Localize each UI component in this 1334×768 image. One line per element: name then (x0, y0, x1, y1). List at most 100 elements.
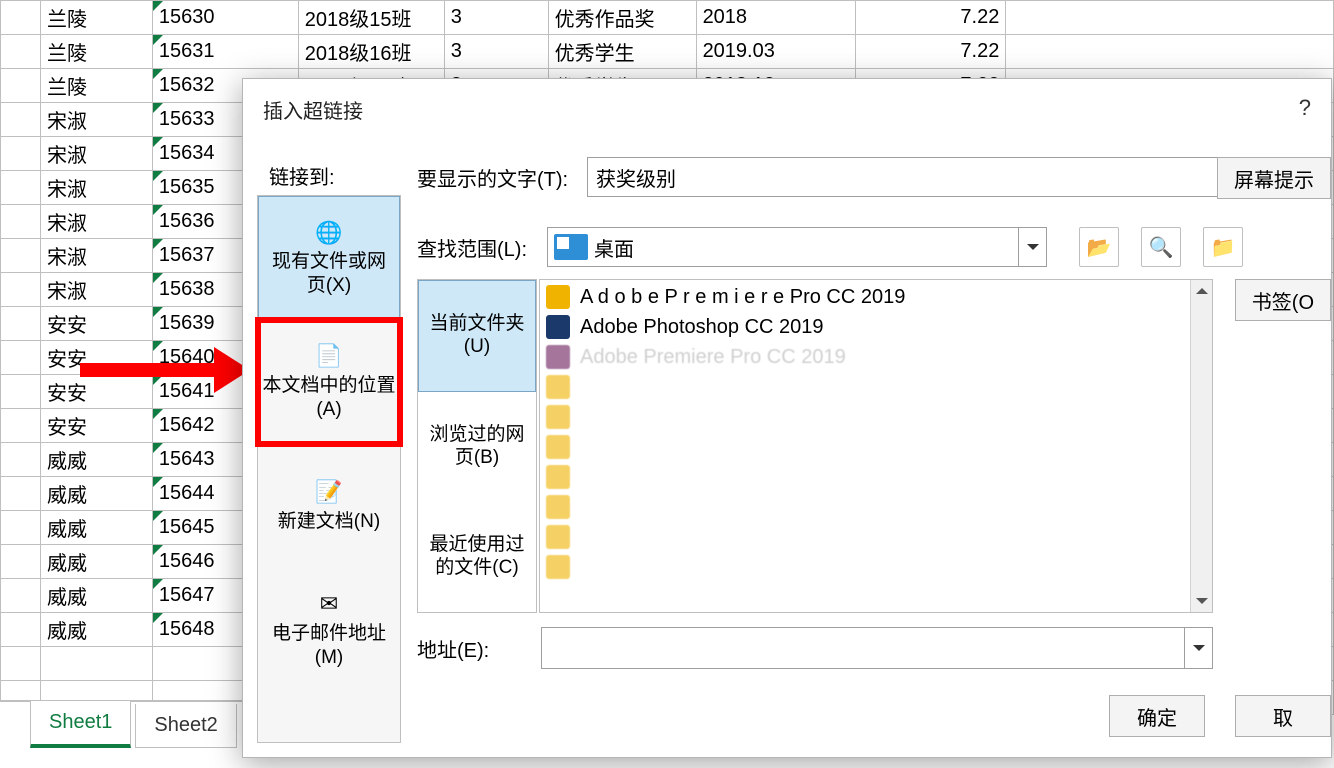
scroll-down-icon[interactable] (1191, 590, 1213, 612)
cell[interactable]: 兰陵 (40, 1, 152, 35)
help-icon[interactable]: ? (1299, 95, 1311, 121)
table-row[interactable]: 兰陵156312018级16班3优秀学生2019.037.22 (1, 35, 1334, 69)
cell[interactable]: 威威 (40, 443, 152, 477)
cell[interactable] (40, 647, 152, 681)
cell[interactable]: 宋淑 (40, 205, 152, 239)
cell[interactable]: 2018级15班 (298, 1, 444, 35)
look-in-combo[interactable]: 桌面 (547, 227, 1047, 267)
linkto-new-document[interactable]: 📝 新建文档(N) (258, 444, 400, 568)
bookmark-button[interactable]: 书签(O (1235, 279, 1331, 321)
file-list-scrollbar[interactable] (1190, 280, 1212, 612)
linkto-email[interactable]: ✉ 电子邮件地址(M) (258, 568, 400, 692)
cell[interactable] (1, 341, 41, 375)
cell[interactable] (1, 69, 41, 103)
chevron-down-icon[interactable] (1018, 228, 1046, 266)
cell[interactable]: 15631 (152, 35, 298, 69)
sheet-tab-1[interactable]: Sheet1 (30, 701, 131, 748)
linkto-place-in-doc[interactable]: 📄 本文档中的位置(A) (258, 320, 400, 444)
cell[interactable] (1, 579, 41, 613)
error-indicator-icon (153, 103, 163, 113)
file-list-item[interactable]: Adobe Premiere Pro CC 2019 (540, 342, 1212, 372)
cell[interactable] (1006, 35, 1334, 69)
cell[interactable]: 优秀作品奖 (548, 1, 696, 35)
cell[interactable]: 宋淑 (40, 103, 152, 137)
cell[interactable]: 兰陵 (40, 35, 152, 69)
cell[interactable]: 宋淑 (40, 137, 152, 171)
cell[interactable]: 威威 (40, 477, 152, 511)
cell[interactable] (1, 171, 41, 205)
cell[interactable]: 7.22 (856, 1, 1006, 35)
scroll-up-icon[interactable] (1191, 280, 1213, 302)
cell[interactable]: 优秀学生 (548, 35, 696, 69)
linkto-existing-file[interactable]: 🌐 现有文件或网页(X) (258, 196, 400, 320)
cell[interactable] (1, 205, 41, 239)
dialog-title: 插入超链接 (243, 79, 1331, 139)
cell[interactable]: 2018级16班 (298, 35, 444, 69)
file-list[interactable]: A d o b e P r e m i e r e Pro CC 2019Ado… (539, 279, 1213, 613)
cell[interactable]: 宋淑 (40, 273, 152, 307)
cell[interactable] (1, 511, 41, 545)
file-list-item[interactable] (540, 552, 1212, 582)
look-in-value: 桌面 (594, 233, 1018, 262)
cell[interactable]: 安安 (40, 409, 152, 443)
file-list-item[interactable] (540, 462, 1212, 492)
cell[interactable]: 威威 (40, 579, 152, 613)
cell[interactable] (1, 137, 41, 171)
linkto-label-text: 本文档中的位置(A) (262, 374, 396, 422)
cell[interactable]: 宋淑 (40, 171, 152, 205)
cell[interactable] (1, 477, 41, 511)
cell[interactable]: 威威 (40, 545, 152, 579)
address-dropdown-icon[interactable] (1185, 627, 1213, 669)
file-list-item[interactable] (540, 492, 1212, 522)
cell[interactable]: 2019.03 (696, 35, 856, 69)
cell[interactable] (1, 375, 41, 409)
cell[interactable] (1, 103, 41, 137)
browse-browsed-pages[interactable]: 浏览过的网页(B) (418, 392, 536, 502)
cell[interactable]: 2018 (696, 1, 856, 35)
file-list-item[interactable]: A d o b e P r e m i e r e Pro CC 2019 (540, 282, 1212, 312)
browse-web-button[interactable]: 🔍 (1141, 227, 1181, 267)
cell[interactable] (1, 647, 41, 681)
cell[interactable] (1, 545, 41, 579)
cell[interactable]: 兰陵 (40, 69, 152, 103)
cell[interactable]: 安安 (40, 341, 152, 375)
error-indicator-icon (153, 239, 163, 249)
file-list-item[interactable] (540, 402, 1212, 432)
file-list-item[interactable] (540, 372, 1212, 402)
cell[interactable]: 15630 (152, 1, 298, 35)
cell[interactable]: 3 (444, 35, 548, 69)
browse-file-button[interactable]: 📁 (1203, 227, 1243, 267)
cell[interactable]: 安安 (40, 375, 152, 409)
cell[interactable]: 威威 (40, 613, 152, 647)
browse-recent-files[interactable]: 最近使用过的文件(C) (418, 502, 536, 612)
cell[interactable] (1, 409, 41, 443)
cell[interactable] (1, 273, 41, 307)
file-list-item[interactable] (540, 522, 1212, 552)
sheet-tab-2[interactable]: Sheet2 (135, 704, 236, 748)
up-folder-button[interactable]: 📂 (1079, 227, 1119, 267)
file-type-icon (546, 405, 570, 429)
file-list-item[interactable]: Adobe Photoshop CC 2019 (540, 312, 1212, 342)
file-type-icon (546, 375, 570, 399)
cell[interactable] (1, 35, 41, 69)
display-text-input[interactable] (587, 157, 1227, 197)
cell[interactable]: 宋淑 (40, 239, 152, 273)
cell[interactable] (1, 613, 41, 647)
cell[interactable]: 7.22 (856, 35, 1006, 69)
cell[interactable] (1006, 1, 1334, 35)
cell[interactable] (1, 1, 41, 35)
cell[interactable]: 威威 (40, 511, 152, 545)
cell[interactable]: 安安 (40, 307, 152, 341)
folder-open-icon: 📁 (1211, 235, 1236, 260)
table-row[interactable]: 兰陵156302018级15班3优秀作品奖20187.22 (1, 1, 1334, 35)
address-input[interactable] (541, 627, 1185, 669)
browse-current-folder[interactable]: 当前文件夹(U) (418, 280, 536, 392)
cell[interactable]: 3 (444, 1, 548, 35)
cell[interactable] (1, 307, 41, 341)
cell[interactable] (1, 239, 41, 273)
cell[interactable] (1, 443, 41, 477)
file-list-item[interactable] (540, 432, 1212, 462)
screen-tip-button[interactable]: 屏幕提示 (1217, 157, 1331, 199)
ok-button[interactable]: 确定 (1109, 695, 1205, 737)
cancel-button[interactable]: 取 (1235, 695, 1331, 737)
